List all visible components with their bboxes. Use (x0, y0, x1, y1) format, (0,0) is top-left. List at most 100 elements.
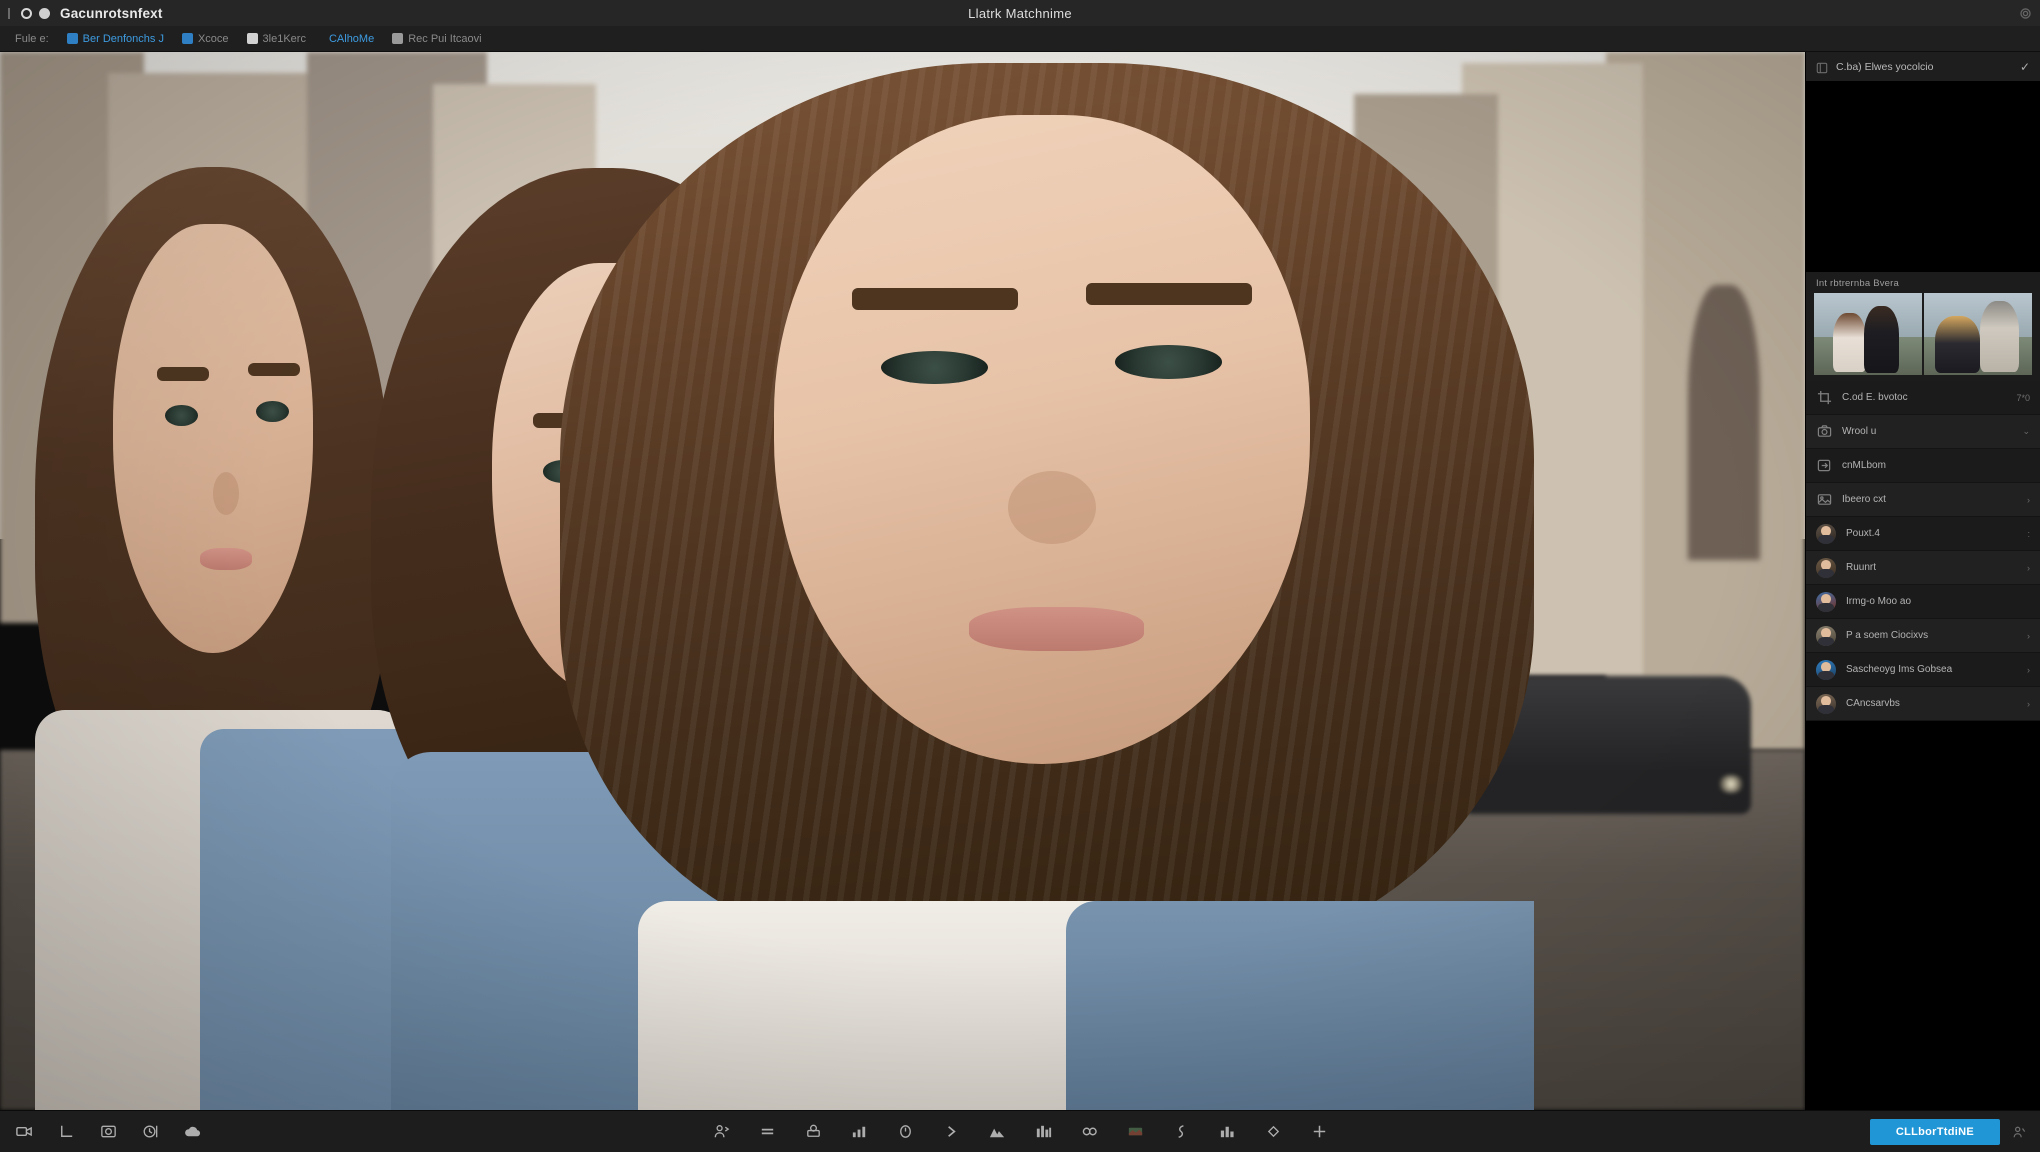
panel-icon (1816, 61, 1828, 73)
sidebar-row-crop[interactable]: C.od E. bvotoc 7*0 (1806, 381, 2040, 415)
mountains-icon[interactable] (987, 1122, 1007, 1142)
main-body: C.ba) Elwes yocolcio ✓ Int rbtrernba Bve… (0, 52, 2040, 1110)
menu-item-3[interactable]: 3le1Kerc (246, 32, 306, 45)
city-icon[interactable] (1217, 1122, 1237, 1142)
row-chevron[interactable]: › (2027, 665, 2030, 675)
photo-frame-icon[interactable] (98, 1122, 118, 1142)
image-icon (1816, 492, 1832, 508)
crop-icon (1816, 390, 1832, 406)
cloud-icon[interactable] (182, 1122, 202, 1142)
stamp-icon[interactable] (803, 1122, 823, 1142)
sidebar-row-person-4[interactable]: Sascheoyg Ims Gobsea › (1806, 653, 2040, 687)
menu-item-1[interactable]: Ber Denfonchs J (66, 32, 164, 45)
buildings-icon[interactable] (1033, 1122, 1053, 1142)
equals-icon[interactable] (757, 1122, 777, 1142)
menu-label-4: CAlhoMe (328, 32, 375, 45)
photo-denim-jacket (1066, 900, 1535, 1110)
person-add-icon[interactable] (711, 1122, 731, 1142)
sidebar-row-person-2[interactable]: Irmg-o Moo ao (1806, 585, 2040, 619)
sidebar-row-person-0[interactable]: Pouxt.4 : (1806, 517, 2040, 551)
menu-label-0: Fule e: (15, 32, 49, 45)
sidebar-row-label: Pouxt.4 (1846, 528, 1880, 539)
avatar-body (1818, 671, 1834, 680)
sidebar-header[interactable]: C.ba) Elwes yocolcio ✓ (1806, 52, 2040, 82)
title-bar-center: Llatrk Matchnime (0, 0, 2040, 26)
bar-chart-icon[interactable] (849, 1122, 869, 1142)
avatar (1816, 557, 1836, 578)
thumb-person (1980, 301, 2020, 372)
menu-icon-1 (66, 33, 78, 44)
user-icon[interactable] (2012, 1125, 2026, 1139)
drag-handle-icon[interactable] (8, 7, 10, 19)
menu-label-5: Rec Pui Itcaovi (408, 32, 482, 45)
photo-canvas[interactable] (0, 52, 1805, 1110)
photo-lips (968, 607, 1145, 652)
menu-item-4[interactable]: CAlhoMe (324, 33, 374, 45)
chevron-down-icon[interactable]: ⌄ (2022, 426, 2030, 437)
clock-dial-icon[interactable] (895, 1122, 915, 1142)
menu-label-2: Xcoce (197, 32, 229, 45)
photo-brow (851, 287, 1018, 310)
menu-label-3: 3le1Kerc (262, 32, 306, 45)
check-icon[interactable]: ✓ (2020, 60, 2030, 74)
landscape-icon[interactable] (1125, 1122, 1145, 1142)
app-logo-icon (21, 7, 32, 19)
clock-icon[interactable] (140, 1122, 160, 1142)
chevron-right-icon[interactable]: › (2027, 495, 2030, 505)
photo-archway (1687, 284, 1760, 560)
menu-item-5[interactable]: Rec Pui Itcaovi (392, 32, 482, 45)
photo-lips (199, 548, 252, 571)
avatar (1816, 693, 1836, 714)
link-icon[interactable] (1079, 1122, 1099, 1142)
collaborate-button[interactable]: CLLborTtdiNE (1869, 1118, 2000, 1145)
avatar (1816, 659, 1836, 680)
sidebar-row-label: CAncsarvbs (1846, 698, 1900, 709)
thumbnail-1[interactable] (1814, 293, 1922, 375)
row-chevron[interactable]: › (2027, 563, 2030, 573)
avatar-body (1818, 637, 1834, 646)
bottom-toolbar-center (0, 1122, 2040, 1142)
avatar-body (1818, 603, 1834, 612)
chevron-right-icon[interactable] (941, 1122, 961, 1142)
row-chevron[interactable]: : (2027, 529, 2030, 539)
sidebar-row-label: P a soem Ciocixvs (1846, 630, 1929, 641)
photo-car-headlight (1717, 774, 1744, 793)
avatar-body (1818, 705, 1834, 714)
corner-crop-icon[interactable] (56, 1122, 76, 1142)
menu-label-1: Ber Denfonchs J (82, 32, 164, 45)
sidebar-row-label: Wrool u (1842, 426, 1877, 437)
curve-icon[interactable] (1171, 1122, 1191, 1142)
video-camera-icon[interactable] (14, 1122, 34, 1142)
avatar (1816, 591, 1836, 612)
plus-icon[interactable] (1309, 1122, 1329, 1142)
menu-icon-5 (392, 33, 404, 44)
photo-brow (1085, 282, 1252, 305)
sidebar-row-label: Ruunrt (1846, 562, 1877, 573)
avatar (1816, 625, 1836, 646)
photo-image (0, 52, 1805, 1110)
sidebar-row-camera[interactable]: Wrool u ⌄ (1806, 415, 2040, 449)
sidebar-row-person-5[interactable]: CAncsarvbs › (1806, 687, 2040, 721)
sidebar-row-person-1[interactable]: Ruunrt › (1806, 551, 2040, 585)
app-name-label: Gacunrotsnfext (60, 5, 163, 21)
photo-eye (1115, 345, 1223, 379)
thumbnail-2[interactable] (1924, 293, 2032, 375)
diamond-icon[interactable] (1263, 1122, 1283, 1142)
menu-item-2[interactable]: Xcoce (181, 32, 229, 45)
menu-bar: Fule e: Ber Denfonchs J Xcoce 3le1Kerc C… (0, 26, 2040, 52)
title-bar-left: Gacunrotsnfext (8, 6, 163, 21)
sidebar-empty-bottom (1806, 721, 2040, 1110)
thumb-person (1863, 306, 1900, 374)
menu-item-0[interactable]: Fule e: (10, 33, 49, 45)
row-chevron[interactable]: › (2027, 631, 2030, 641)
sidebar-row-label: Irmg-o Moo ao (1846, 596, 1912, 607)
title-bar: Gacunrotsnfext Llatrk Matchnime (0, 0, 2040, 26)
sidebar-row-person-3[interactable]: P a soem Ciocixvs › (1806, 619, 2040, 653)
row-chevron[interactable]: › (2027, 699, 2030, 709)
title-bar-right (2019, 7, 2032, 20)
tag-icon (1816, 458, 1832, 474)
sidebar-row-image[interactable]: Ibeero cxt › (1806, 483, 2040, 517)
sidebar-row-label: Ibeero cxt (1842, 494, 1886, 505)
gear-icon[interactable] (2019, 7, 2032, 20)
sidebar-row-tag[interactable]: cnMLbom (1806, 449, 2040, 483)
